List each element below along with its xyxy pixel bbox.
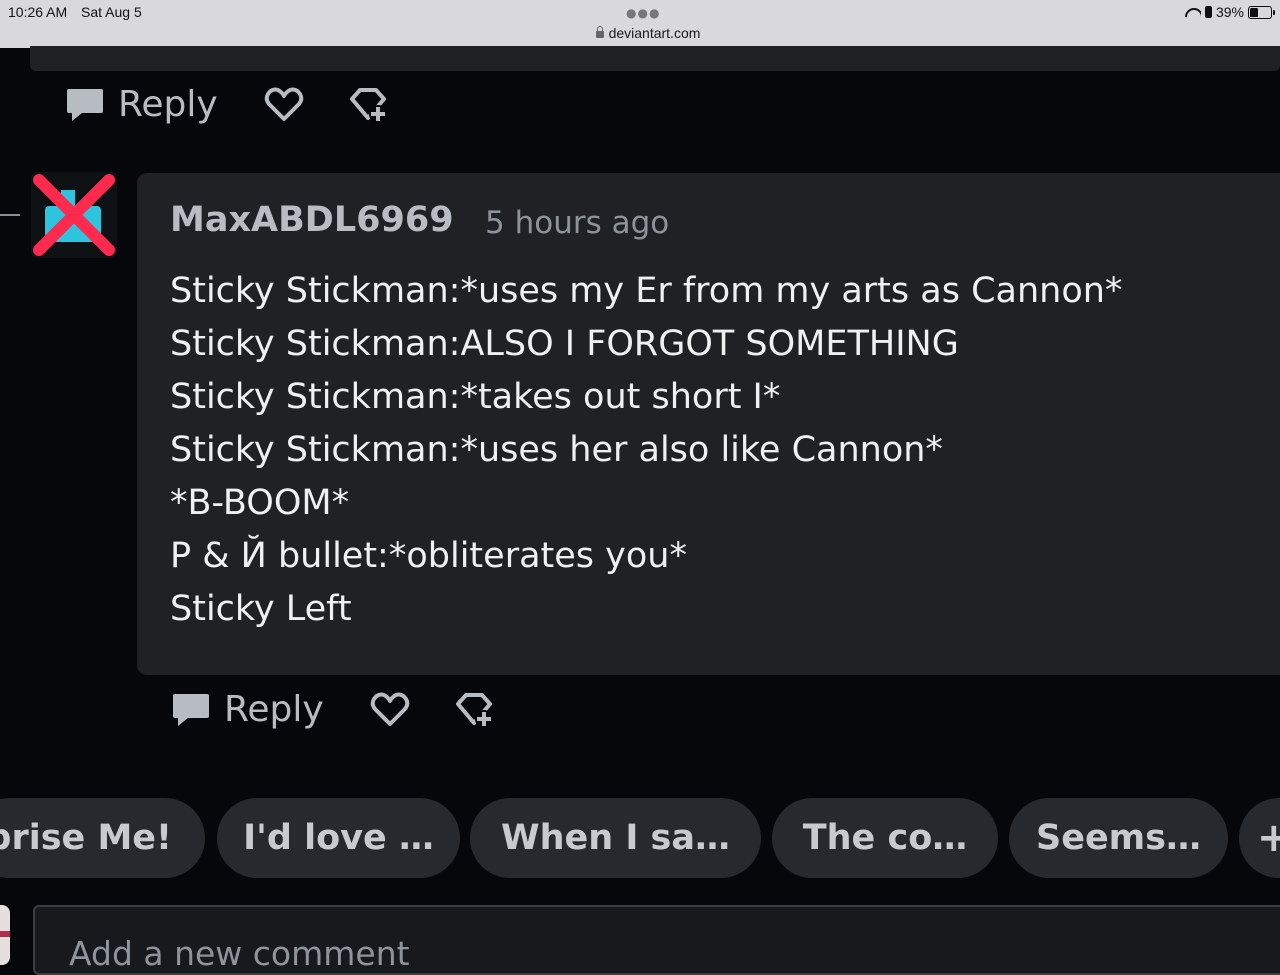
avatar-image [33,174,115,256]
comment-line: Sticky Stickman:*takes out short I* [170,377,781,417]
reply-button[interactable]: Reply [172,689,324,730]
speech-bubble-icon [67,88,103,121]
suggestion-chip[interactable]: I'd love … [217,798,460,878]
battery-icon [1248,5,1275,19]
suggestion-chip-label: The co… [802,818,968,858]
heart-icon[interactable] [370,690,410,730]
comment-line: P & Й bullet:*obliterates you* [170,536,687,576]
suggestion-chip[interactable]: When I sa… [470,798,761,878]
status-indicators: 39% [1185,4,1275,20]
current-user-avatar [0,905,10,965]
new-comment-input[interactable] [33,905,1280,975]
previous-comment-actions: Reply [66,84,388,125]
battery-lock-icon [1204,6,1212,18]
suggestion-chip-label: When I sa… [500,818,731,858]
lock-icon [595,26,604,38]
reply-button[interactable]: Reply [66,84,218,125]
more-suggestions-label: + [1257,815,1280,861]
suggestion-chip-label: I'd love … [243,818,434,858]
comment-username[interactable]: MaxABDL6969 [170,200,454,240]
reply-label: Reply [118,84,218,125]
suggestion-chip[interactable]: rprise Me! [0,798,205,878]
suggestion-chip-label: Seems… [1036,818,1201,858]
comment-line: *B-BOOM* [170,483,350,523]
wifi-icon [1185,6,1201,18]
address-bar[interactable]: deviantart.com [0,25,1280,41]
thread-line [0,214,20,216]
suggestion-chip[interactable]: Seems… [1009,798,1228,878]
status-time: 10:26 AM [8,4,68,20]
status-time-date: 10:26 AM Sat Aug 5 [8,4,152,20]
comment-line: Sticky Stickman:*uses my Er from my arts… [170,271,1123,311]
suggestion-chip-label: rprise Me! [0,818,172,858]
comment-line: Sticky Left [170,589,352,629]
comment-timestamp[interactable]: 5 hours ago [485,205,669,241]
more-dots-icon[interactable]: ●●● [626,6,660,20]
speech-bubble-icon [173,693,209,726]
heart-icon[interactable] [264,85,304,125]
url-text: deviantart.com [608,25,701,41]
status-date: Sat Aug 5 [81,4,142,20]
reply-label: Reply [224,689,324,730]
comment-body: Sticky Stickman:*uses my Er from my arts… [170,265,1122,636]
comment-line: Sticky Stickman:*uses her also like Cann… [170,430,943,470]
comment-card: MaxABDL6969 5 hours ago Sticky Stickman:… [137,173,1280,675]
avatar[interactable] [31,172,117,258]
suggestion-chip[interactable]: The co… [772,798,998,878]
comment-line: Sticky Stickman:ALSO I FORGOT SOMETHING [170,324,959,364]
status-bar: 10:26 AM Sat Aug 5 ●●● deviantart.com 39… [0,0,1280,48]
plus-icon[interactable]: + [1239,798,1280,878]
previous-comment-card [30,46,1280,71]
suggestion-chips: rprise Me! I'd love … When I sa… The co…… [0,798,1280,878]
award-icon[interactable] [454,690,494,730]
award-icon[interactable] [348,85,388,125]
battery-percent: 39% [1215,4,1244,20]
comment-actions: Reply [172,689,494,730]
